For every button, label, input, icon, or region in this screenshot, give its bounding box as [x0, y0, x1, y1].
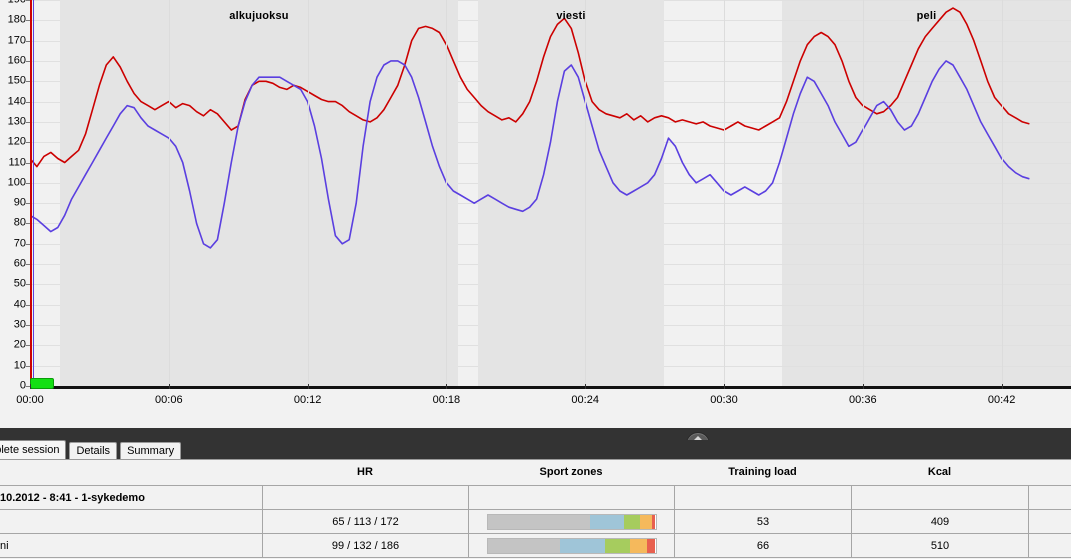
chart-y-axis: 190 180 170 160 150 140 130 120 110 100 90 80 70 60 50…: [0, 0, 30, 391]
tab-summary[interactable]: Summary: [120, 442, 182, 459]
table-group-row[interactable]: 10.2012 - 8:41 - 1-sykedemo: [0, 485, 1071, 509]
bottom-panel: Complete sessionDetailsSummary HR Sport z…: [0, 440, 1071, 559]
sport-zone-segment-blue: [559, 538, 606, 553]
vertical-gridline: [862, 0, 864, 386]
x-axis-tick-label: 00:18: [432, 394, 461, 406]
sport-zone-segment-green: [623, 514, 641, 529]
tab-details[interactable]: Details: [69, 442, 118, 459]
tab-complete-session[interactable]: Complete session: [0, 440, 67, 459]
session-table: HR Sport zones Training load Kcal 10.2012 -…: [0, 459, 1071, 559]
period-label: viesti: [556, 10, 586, 22]
y-axis-tick-label: 90: [13, 196, 26, 209]
table-cell-sport-zones: [468, 534, 674, 557]
cursor-line-red[interactable]: [30, 0, 32, 386]
x-axis-tick-mark: [307, 384, 309, 389]
table-cell-training-load: 53: [674, 510, 851, 533]
y-axis-tick-label: 160: [7, 54, 26, 67]
y-axis-tick-label: 180: [7, 13, 26, 26]
sport-zone-segment-blue: [589, 514, 624, 529]
column-header-kcal[interactable]: Kcal: [928, 466, 951, 478]
chart-series-layer: [30, 7, 1030, 249]
chart-series-line: [30, 7, 1030, 168]
table-cell-extra: [1028, 486, 1071, 509]
y-axis-tick-label: 70: [13, 237, 26, 250]
x-axis-tick-mark: [30, 384, 31, 389]
period-label: alkujuoksu: [229, 10, 289, 22]
column-header-load[interactable]: Training load: [728, 466, 796, 478]
sport-zone-segment-grey: [487, 514, 590, 529]
sport-zone-segment-red: [647, 538, 656, 553]
table-cell-sport-zones: [468, 510, 674, 533]
vertical-gridline: [168, 0, 170, 386]
table-cell-extra: [1028, 510, 1071, 533]
y-axis-tick-label: 20: [13, 338, 26, 351]
x-axis-tick-mark: [724, 384, 725, 389]
table-cell-zones: [468, 486, 674, 509]
sport-zone-segment-grey: [487, 538, 560, 553]
y-axis-tick-label: 170: [7, 34, 26, 47]
sport-zone-segment-orange: [640, 514, 653, 529]
y-axis-tick-label: 120: [7, 135, 26, 148]
x-axis-tick-mark: [585, 384, 587, 389]
x-axis-tick-label: 00:30: [710, 394, 738, 406]
table-cell-hr: 99 / 132 / 186: [262, 534, 468, 557]
chart-plot-area[interactable]: alkujuoksu viesti peli: [30, 0, 1071, 386]
table-cell-training-load: 66: [674, 534, 851, 557]
y-axis-tick-label: 60: [13, 257, 26, 270]
x-axis-tick-label: 00:24: [571, 394, 599, 406]
y-axis-tick-label: 10: [13, 359, 26, 372]
table-row[interactable]: 65 / 113 / 172 53 409: [0, 509, 1071, 533]
chart-series-line: [30, 60, 1030, 249]
table-cell-hr: 65 / 113 / 172: [262, 510, 468, 533]
session-start-marker[interactable]: [30, 378, 54, 389]
x-axis-tick-mark: [862, 384, 864, 389]
cursor-line-blue[interactable]: [33, 0, 34, 386]
column-header-hr[interactable]: HR: [357, 466, 373, 478]
row-label: [0, 510, 262, 533]
group-row-title: 10.2012 - 8:41 - 1-sykedemo: [0, 491, 145, 504]
y-axis-tick-label: 140: [7, 95, 26, 108]
table-row[interactable]: ni 99 / 132 / 186 66 510: [0, 533, 1071, 557]
table-cell-kcal: 510: [851, 534, 1028, 557]
vertical-gridline: [585, 0, 587, 386]
sport-zone-segment-orange: [630, 538, 648, 553]
x-axis-tick-label: 00:12: [293, 394, 322, 406]
y-axis-tick-label: 130: [7, 115, 26, 128]
sport-zone-segment-green: [605, 538, 631, 553]
table-cell-hr: [262, 486, 468, 509]
table-cell-extra: [1028, 534, 1071, 557]
column-header-zones[interactable]: Sport zones: [540, 466, 603, 478]
y-axis-tick-label: 100: [7, 176, 26, 189]
chart-panel: 190 180 170 160 150 140 130 120 110 100 90 80 70 60 50…: [0, 0, 1071, 428]
y-axis-tick-label: 50: [13, 277, 26, 290]
x-axis-tick-mark: [168, 384, 170, 389]
row-label: ni: [0, 539, 9, 552]
vertical-gridline: [724, 0, 725, 386]
y-axis-tick-label: 80: [13, 216, 26, 229]
tab-strip: Complete sessionDetailsSummary: [0, 440, 1071, 459]
x-axis-tick-mark: [1001, 384, 1003, 389]
period-label: peli: [916, 10, 937, 22]
chart-x-axis: 00:00 00:06 00:12 00:18 00:24 00:30 00:36 00:42: [0, 384, 1071, 411]
table-cell-kcal: 409: [851, 510, 1028, 533]
x-axis-tick-label: 00:00: [16, 394, 44, 406]
vertical-gridline: [446, 0, 448, 386]
y-axis-tick-label: 110: [8, 156, 26, 169]
table-header-row: HR Sport zones Training load Kcal: [0, 460, 1071, 485]
y-axis-tick-label: 190: [8, 0, 26, 5]
x-axis-tick-mark: [446, 384, 448, 389]
y-axis-tick-label: 40: [13, 298, 26, 311]
vertical-gridline: [307, 0, 309, 386]
y-axis-tick-label: 150: [7, 74, 26, 87]
table-cell-load: [674, 486, 851, 509]
x-axis-tick-label: 00:06: [155, 394, 183, 406]
table-cell-kcal: [851, 486, 1028, 509]
y-axis-tick-label: 30: [13, 318, 26, 331]
x-axis-tick-label: 00:36: [849, 394, 877, 406]
x-axis-tick-label: 00:42: [987, 394, 1016, 406]
vertical-gridline: [1001, 0, 1003, 386]
sport-zone-segment-red: [652, 514, 656, 529]
sport-zones-bar[interactable]: [486, 513, 657, 530]
sport-zones-bar[interactable]: [486, 537, 657, 554]
